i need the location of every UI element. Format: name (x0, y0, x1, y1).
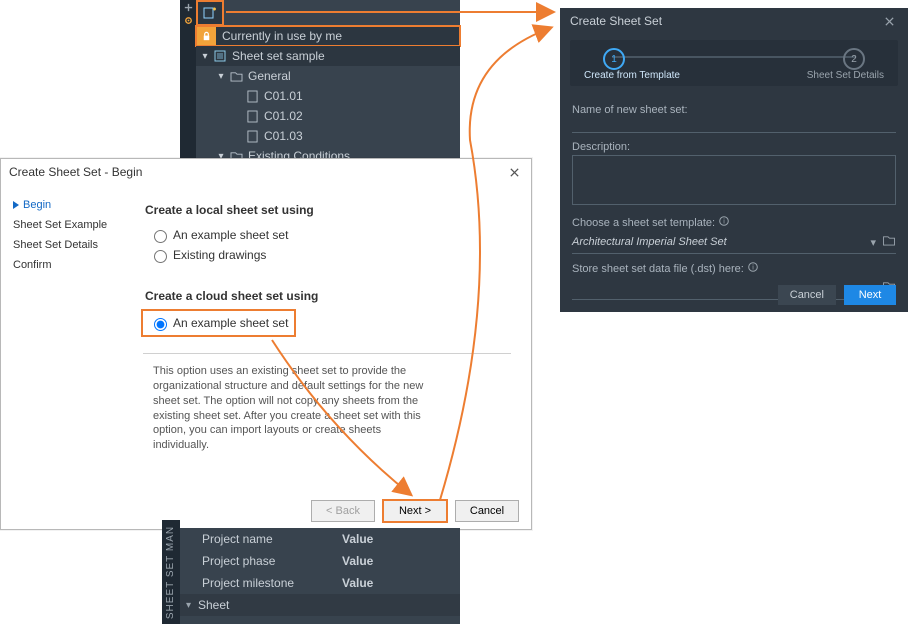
close-icon[interactable] (505, 163, 523, 181)
radio-label: An example sheet set (173, 316, 288, 330)
radio-example-sheet-set[interactable]: An example sheet set (143, 225, 511, 245)
sheet-set-icon (212, 48, 228, 64)
wizard-nav-example[interactable]: Sheet Set Example (13, 215, 123, 235)
gear-icon[interactable] (183, 15, 194, 26)
back-button[interactable]: < Back (311, 500, 375, 522)
radio-label: An example sheet set (173, 228, 288, 242)
cancel-button[interactable]: Cancel (778, 285, 836, 305)
sheet-icon (244, 128, 260, 144)
property-value: Value (342, 576, 373, 590)
close-icon[interactable] (880, 12, 898, 30)
store-field-label: Store sheet set data file (.dst) here: i (572, 262, 896, 275)
nav-label: Begin (23, 199, 51, 211)
tree-item[interactable]: C01.02 (196, 106, 460, 126)
create-sheet-set-dialog: Create Sheet Set 1 2 Create from Templat… (560, 8, 908, 312)
property-row[interactable]: Project name Value (180, 528, 460, 550)
dialog-titlebar: Create Sheet Set (560, 8, 908, 34)
description-field-label: Description: (572, 141, 896, 153)
twisty-icon[interactable]: ▾ (186, 600, 198, 611)
sheet-set-tree-panel: Currently in use by me ▾ Sheet set sampl… (180, 0, 460, 160)
divider (143, 353, 511, 354)
wizard-titlebar: Create Sheet Set - Begin (1, 159, 531, 185)
info-icon[interactable]: i (748, 262, 758, 275)
name-input[interactable] (572, 132, 896, 133)
dialog-footer: Cancel Next (560, 278, 908, 312)
property-value: Value (342, 554, 373, 568)
property-key: Project phase (202, 554, 342, 568)
info-icon[interactable]: i (719, 216, 729, 229)
step-2-label: Sheet Set Details (807, 70, 884, 81)
dialog-title: Create Sheet Set (570, 14, 662, 28)
new-sheet-set-button[interactable] (196, 0, 224, 26)
svg-text:i: i (723, 219, 725, 226)
wizard-main: Create a local sheet set using An exampl… (129, 185, 531, 493)
chevron-down-icon[interactable]: ▾ (864, 236, 882, 249)
twisty-icon[interactable]: ▾ (214, 71, 228, 82)
twisty-icon[interactable]: ▾ (198, 51, 212, 62)
radio-cloud-example[interactable]: An example sheet set (149, 313, 288, 333)
tree-item-label: C01.02 (264, 109, 303, 123)
radio-input[interactable] (154, 230, 167, 243)
cancel-button[interactable]: Cancel (455, 500, 519, 522)
tree-root[interactable]: ▾ Sheet set sample (196, 46, 460, 66)
radio-label: Existing drawings (173, 248, 266, 262)
description-input[interactable] (572, 155, 896, 205)
next-button[interactable]: Next > (383, 500, 447, 522)
cloud-section-head: Create a cloud sheet set using (145, 289, 511, 303)
panel-pin-column (180, 0, 196, 162)
step-1-dot[interactable]: 1 (603, 48, 625, 70)
tree-group-general[interactable]: ▾ General (196, 66, 460, 86)
property-group-label: Sheet (198, 598, 229, 612)
wizard-nav: Begin Sheet Set Example Sheet Set Detail… (1, 185, 129, 493)
lock-icon (196, 26, 216, 46)
radio-cloud-example-highlight: An example sheet set (143, 311, 294, 335)
template-select[interactable]: Architectural Imperial Sheet Set ▾ (572, 231, 896, 254)
wizard-title-text: Create Sheet Set - Begin (9, 165, 142, 179)
step-1-label: Create from Template (584, 70, 680, 81)
tree-item[interactable]: C01.01 (196, 86, 460, 106)
property-key: Project milestone (202, 576, 342, 590)
nav-label: Confirm (13, 259, 52, 271)
new-sheet-set-icon (202, 5, 218, 21)
wizard-step-bar: 1 2 Create from Template Sheet Set Detai… (570, 40, 898, 86)
tree-item-label: C01.03 (264, 129, 303, 143)
step-2-dot[interactable]: 2 (843, 48, 865, 70)
local-section-head: Create a local sheet set using (145, 203, 511, 217)
tree-group-label: General (248, 69, 291, 83)
property-row[interactable]: Project phase Value (180, 550, 460, 572)
create-sheet-set-wizard: Create Sheet Set - Begin Begin Sheet Set… (0, 158, 532, 530)
anchor-icon[interactable] (183, 2, 194, 13)
nav-label: Sheet Set Example (13, 219, 107, 231)
template-field-label: Choose a sheet set template: i (572, 216, 896, 229)
lock-status-text: Currently in use by me (222, 29, 342, 43)
property-row[interactable]: Project milestone Value (180, 572, 460, 594)
wizard-nav-details[interactable]: Sheet Set Details (13, 235, 123, 255)
sheet-icon (244, 88, 260, 104)
sheet-set-properties-panel: SHEET SET MAN Project name Value Project… (180, 528, 460, 624)
browse-folder-icon[interactable] (882, 235, 896, 249)
property-group-sheet[interactable]: ▾ Sheet (180, 594, 460, 616)
folder-icon (228, 68, 244, 84)
name-field-label: Name of new sheet set: (572, 104, 896, 116)
wizard-nav-begin[interactable]: Begin (13, 195, 123, 215)
nav-label: Sheet Set Details (13, 239, 98, 251)
wizard-footer: < Back Next > Cancel (1, 493, 531, 529)
sheet-icon (244, 108, 260, 124)
tree-item[interactable]: C01.03 (196, 126, 460, 146)
property-value: Value (342, 532, 373, 546)
option-description: This option uses an existing sheet set t… (143, 364, 457, 453)
tree-root-label: Sheet set sample (232, 49, 325, 63)
radio-input[interactable] (154, 318, 167, 331)
tree-item-label: C01.01 (264, 89, 303, 103)
wizard-nav-confirm[interactable]: Confirm (13, 255, 123, 275)
radio-existing-drawings[interactable]: Existing drawings (143, 245, 511, 265)
property-key: Project name (202, 532, 342, 546)
next-button[interactable]: Next (844, 285, 896, 305)
panel-vertical-tab[interactable]: SHEET SET MAN (162, 520, 180, 624)
panel-tab-label: SHEET SET MAN (166, 525, 177, 618)
lock-status-row: Currently in use by me (196, 26, 460, 46)
svg-text:i: i (752, 265, 754, 272)
template-value: Architectural Imperial Sheet Set (572, 236, 864, 248)
radio-input[interactable] (154, 250, 167, 263)
